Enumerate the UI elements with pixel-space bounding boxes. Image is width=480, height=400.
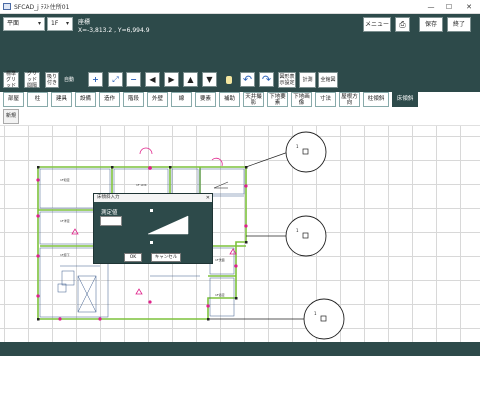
arrow-up-icon: ▲ xyxy=(187,75,194,84)
save-button[interactable]: 保存 xyxy=(419,17,443,32)
coordinate-title: 座標 xyxy=(78,19,91,26)
ok-button[interactable]: OK xyxy=(124,253,142,262)
tab-column[interactable]: 柱 xyxy=(27,92,48,107)
slope-diagram xyxy=(147,209,189,244)
tab-fitting[interactable]: 建具 xyxy=(51,92,72,107)
svg-text:1F LDK: 1F LDK xyxy=(136,183,148,187)
tab-dimension[interactable]: 寸法 xyxy=(315,92,336,107)
floor-tilt-dialog: 床傾斜入力 ✕ 測定値 OK キャンセル xyxy=(93,193,213,264)
tab-base-image[interactable]: 下地画像 xyxy=(291,92,312,107)
dialog-close-button[interactable]: ✕ xyxy=(206,194,210,202)
pan-right-button[interactable]: ▶ xyxy=(164,72,179,87)
zoom-area-icon: ⤢ xyxy=(112,75,119,84)
snap-button[interactable]: 吸り付き xyxy=(45,72,59,88)
tab-element[interactable]: 要素 xyxy=(195,92,216,107)
zoom-out-icon: − xyxy=(130,75,137,84)
tab-fixture[interactable]: 造作 xyxy=(99,92,120,107)
tab-ceiling-photo[interactable]: 天井撮影 xyxy=(243,92,264,107)
view-select-value: 平面 xyxy=(7,20,20,27)
tab-room[interactable]: 部屋 xyxy=(3,92,24,107)
full-drawing-button[interactable]: 全館図 xyxy=(318,72,338,88)
zoom-in-button[interactable]: + xyxy=(88,72,103,87)
chevron-down-icon: ▾ xyxy=(37,20,41,27)
svg-text:1F洗面: 1F洗面 xyxy=(215,257,225,262)
drawing-canvas[interactable]: 1F洋室 1F LDK 1F廊下 1F洗面 1F浴室 1F和室 1 1 1 xyxy=(0,126,480,342)
measured-value-input[interactable] xyxy=(100,216,122,226)
title-bar: SFCAD_j ﾃｽﾄ住所01 — ☐ ✕ xyxy=(0,0,480,14)
floor-plan-drawing: 1F洋室 1F LDK 1F廊下 1F洗面 1F浴室 1F和室 1 1 1 xyxy=(36,131,345,340)
tab-equipment[interactable]: 設備 xyxy=(75,92,96,107)
tab-floor-tilt[interactable]: 床傾斜 xyxy=(392,92,418,107)
tab-stairs[interactable]: 階段 xyxy=(123,92,144,107)
minimize-button[interactable]: — xyxy=(424,0,438,14)
redo-icon: ↷ xyxy=(261,73,272,86)
measure-button[interactable]: 計測 xyxy=(299,72,316,88)
floor-select-value: 1F xyxy=(51,20,59,27)
arrow-down-icon: ▼ xyxy=(206,75,213,84)
svg-text:1F和室: 1F和室 xyxy=(60,177,70,182)
standard-grid-button[interactable]: 標準グリッド xyxy=(3,71,19,89)
select-tool-button[interactable] xyxy=(221,72,236,87)
maximize-button[interactable]: ☐ xyxy=(442,0,456,14)
hand-pointer-icon xyxy=(225,76,232,84)
auto-button[interactable]: 自動 xyxy=(61,72,77,88)
exit-button[interactable]: 終了 xyxy=(447,17,471,32)
arrow-left-icon: ◀ xyxy=(149,75,156,84)
pan-up-button[interactable]: ▲ xyxy=(183,72,198,87)
svg-text:1F洋室: 1F洋室 xyxy=(60,218,70,223)
tab-line[interactable]: 線 xyxy=(171,92,192,107)
app-icon xyxy=(3,3,11,10)
app-window: SFCAD_j ﾃｽﾄ住所01 — ☐ ✕ 平面 ▾ 1F ▾ 座標 X=-3,… xyxy=(0,0,480,400)
floor-select[interactable]: 1F ▾ xyxy=(47,17,73,31)
tab-auxiliary[interactable]: 補助 xyxy=(219,92,240,107)
window-margin xyxy=(0,356,480,400)
pan-down-button[interactable]: ▼ xyxy=(202,72,217,87)
svg-text:1F浴室: 1F浴室 xyxy=(215,292,225,297)
tab-roof-direction[interactable]: 屋根方向 xyxy=(339,92,360,107)
view-select[interactable]: 平面 ▾ xyxy=(3,17,45,31)
main-toolbar: 平面 ▾ 1F ▾ 座標 X=-3,813.2 , Y=6,994.9 メニュー… xyxy=(0,14,480,92)
cancel-button[interactable]: キャンセル xyxy=(151,253,181,262)
window-title: SFCAD_j ﾃｽﾄ住所01 xyxy=(14,4,70,11)
chevron-down-icon: ▾ xyxy=(65,20,69,27)
tab-base-element[interactable]: 下地要素 xyxy=(267,92,288,107)
arrow-right-icon: ▶ xyxy=(168,75,175,84)
zoom-out-button[interactable]: − xyxy=(126,72,141,87)
status-bar xyxy=(0,342,480,356)
zoom-in-icon: + xyxy=(92,75,99,84)
tab-column-tilt[interactable]: 柱傾斜 xyxy=(363,92,389,107)
zoom-area-button[interactable]: ⤢ xyxy=(108,72,123,87)
pan-left-button[interactable]: ◀ xyxy=(145,72,160,87)
grid-interval-button[interactable]: グリッド間隔 xyxy=(24,71,40,89)
print-button[interactable]: ⎙ xyxy=(395,17,410,32)
close-button[interactable]: ✕ xyxy=(462,0,476,14)
stairs xyxy=(213,181,229,189)
tab-exterior-wall[interactable]: 外壁 xyxy=(147,92,168,107)
coordinate-readout: X=-3,813.2 , Y=6,994.9 xyxy=(78,27,150,34)
menu-button[interactable]: メニュー xyxy=(363,17,391,32)
measured-value-label: 測定値 xyxy=(101,210,118,216)
undo-button[interactable]: ↶ xyxy=(240,72,255,87)
callout-circles xyxy=(285,131,345,340)
svg-text:1F廊下: 1F廊下 xyxy=(60,252,70,257)
redo-button[interactable]: ↷ xyxy=(259,72,274,87)
display-settings-button[interactable]: 図形表示設定 xyxy=(278,72,296,88)
printer-icon: ⎙ xyxy=(399,20,406,29)
sub-toolbar: 新規 xyxy=(0,107,480,126)
new-button[interactable]: 新規 xyxy=(3,109,19,124)
dialog-title: 床傾斜入力 xyxy=(94,194,212,202)
undo-icon: ↶ xyxy=(242,73,253,86)
